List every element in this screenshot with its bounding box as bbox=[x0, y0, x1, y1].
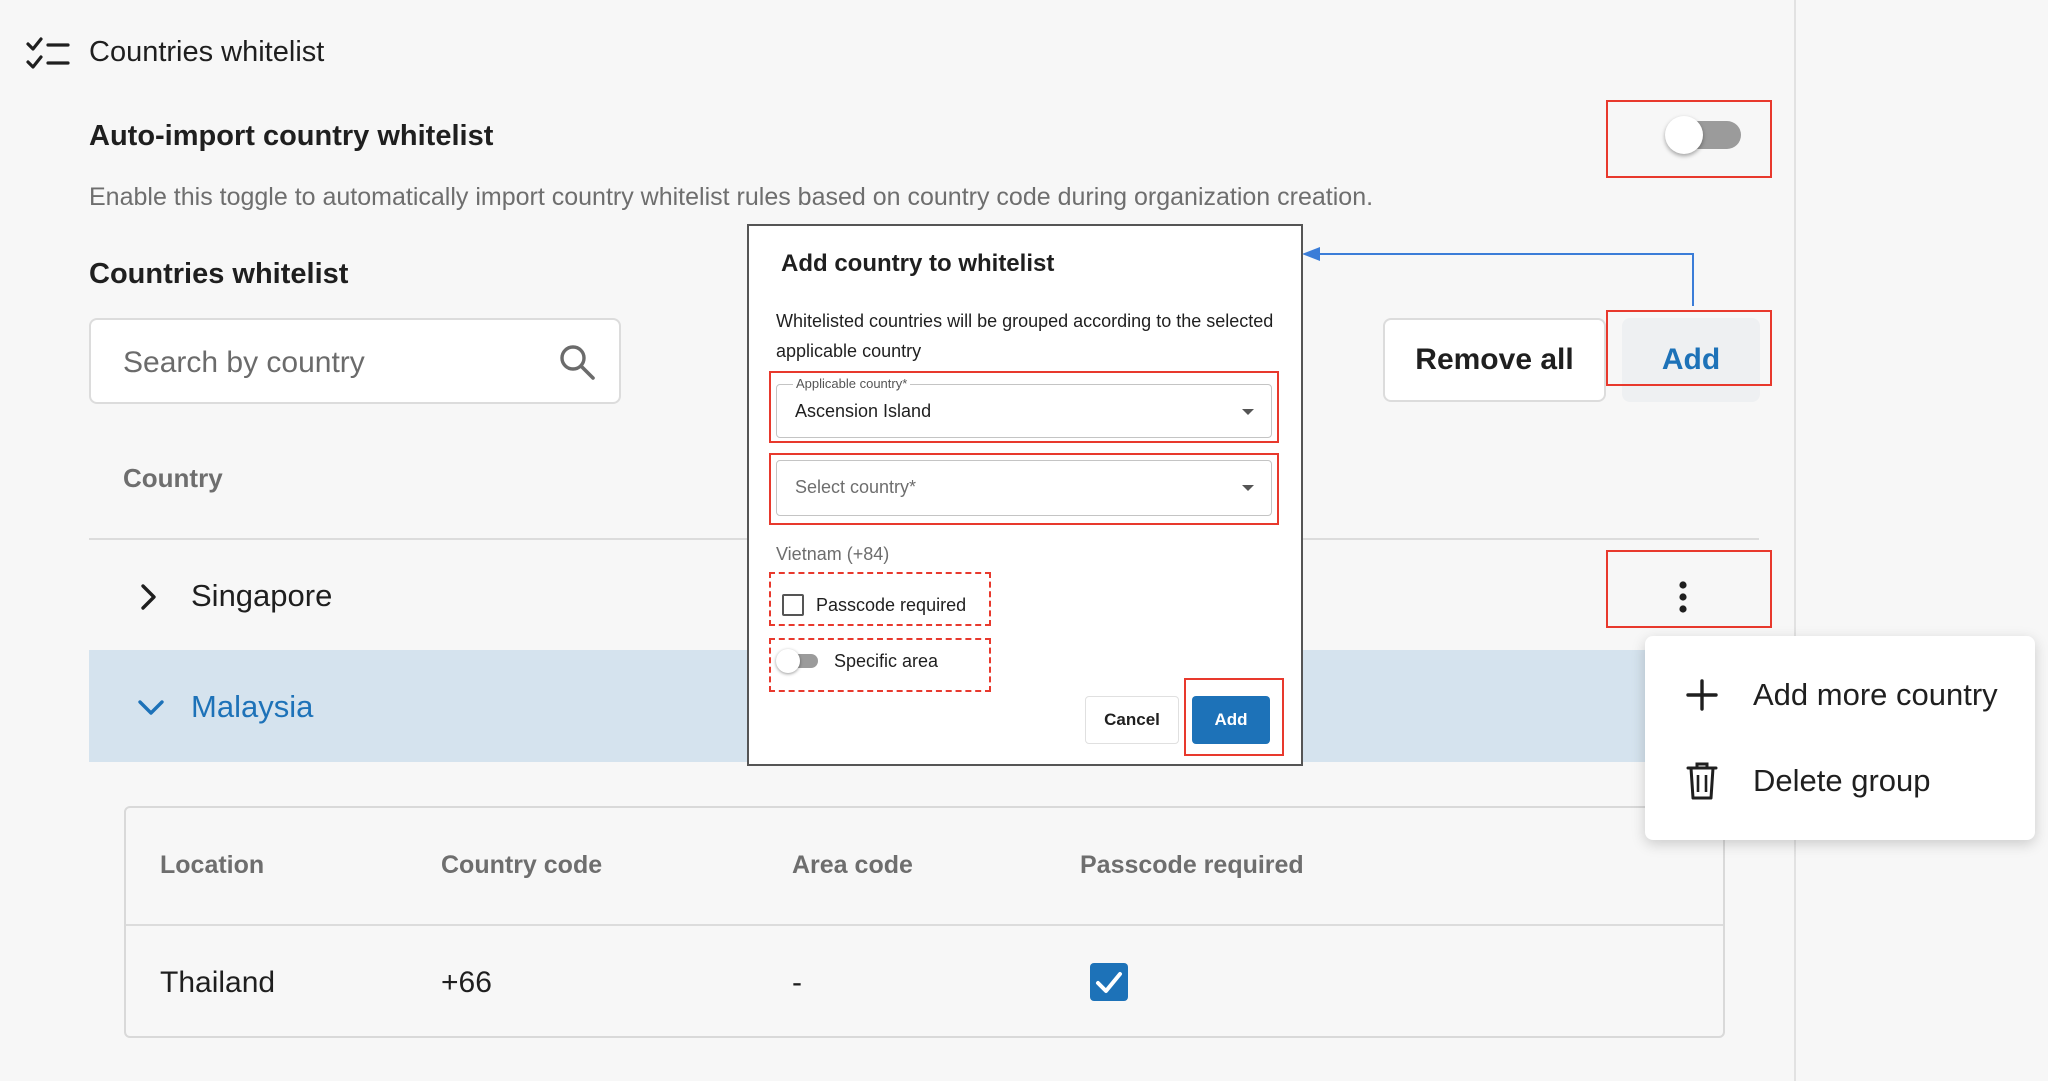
annotation-toggle-box bbox=[1606, 100, 1772, 178]
column-header-location: Location bbox=[160, 851, 265, 879]
auto-import-description: Enable this toggle to automatically impo… bbox=[89, 183, 1374, 211]
chevron-down-icon[interactable] bbox=[136, 697, 166, 719]
checklist-icon bbox=[26, 37, 70, 69]
chevron-right-icon[interactable] bbox=[138, 582, 160, 612]
auto-import-title: Auto-import country whitelist bbox=[89, 120, 494, 152]
whitelist-title: Countries whitelist bbox=[89, 258, 349, 290]
annotation-kebab-box bbox=[1606, 550, 1772, 628]
annotation-add-box bbox=[1606, 310, 1772, 386]
cell-country-code: +66 bbox=[441, 966, 492, 999]
menu-item-label: Add more country bbox=[1753, 677, 1998, 712]
dialog-description: Whitelisted countries will be grouped ac… bbox=[776, 311, 1274, 361]
inner-header-divider bbox=[126, 924, 1723, 926]
search-icon[interactable] bbox=[557, 342, 597, 382]
check-icon bbox=[1096, 972, 1122, 993]
column-header-country[interactable]: Country bbox=[123, 463, 223, 494]
annotation-passcode-box bbox=[769, 572, 991, 626]
cell-area-code: - bbox=[792, 966, 802, 999]
selected-country-group-label: Vietnam (+84) bbox=[776, 544, 890, 564]
search-field[interactable]: Search by country bbox=[89, 318, 621, 404]
menu-item-label: Delete group bbox=[1753, 763, 1931, 798]
menu-item-delete-group[interactable]: Delete group bbox=[1685, 756, 1931, 806]
annotation-specific-area-box bbox=[769, 638, 991, 692]
group-row-label[interactable]: Singapore bbox=[191, 578, 332, 614]
group-context-menu: Add more country Delete group bbox=[1645, 636, 2035, 840]
annotation-applicable-country-box bbox=[769, 371, 1279, 443]
group-detail-table bbox=[124, 806, 1725, 1038]
right-panel-divider bbox=[1794, 0, 1796, 1081]
column-header-passcode: Passcode required bbox=[1080, 851, 1304, 879]
plus-icon bbox=[1686, 679, 1718, 711]
search-input[interactable]: Search by country bbox=[123, 346, 365, 380]
passcode-checkbox[interactable] bbox=[1090, 963, 1128, 1001]
column-header-country-code: Country code bbox=[441, 851, 603, 879]
group-row-label[interactable]: Malaysia bbox=[191, 689, 313, 725]
annotation-arrow bbox=[1302, 247, 1694, 306]
dialog-title: Add country to whitelist bbox=[781, 250, 1055, 277]
remove-all-button[interactable]: Remove all bbox=[1383, 318, 1606, 402]
annotation-dialog-add-box bbox=[1184, 678, 1284, 756]
add-country-dialog: Add country to whitelist Whitelisted cou… bbox=[747, 224, 1303, 766]
menu-item-add-more-country[interactable]: Add more country bbox=[1685, 670, 1998, 720]
section-title: Countries whitelist bbox=[89, 36, 325, 68]
column-header-area-code: Area code bbox=[792, 851, 913, 879]
cancel-button[interactable]: Cancel bbox=[1085, 696, 1179, 744]
trash-icon bbox=[1686, 762, 1718, 800]
cell-location: Thailand bbox=[160, 966, 276, 999]
annotation-select-country-box bbox=[769, 453, 1279, 525]
